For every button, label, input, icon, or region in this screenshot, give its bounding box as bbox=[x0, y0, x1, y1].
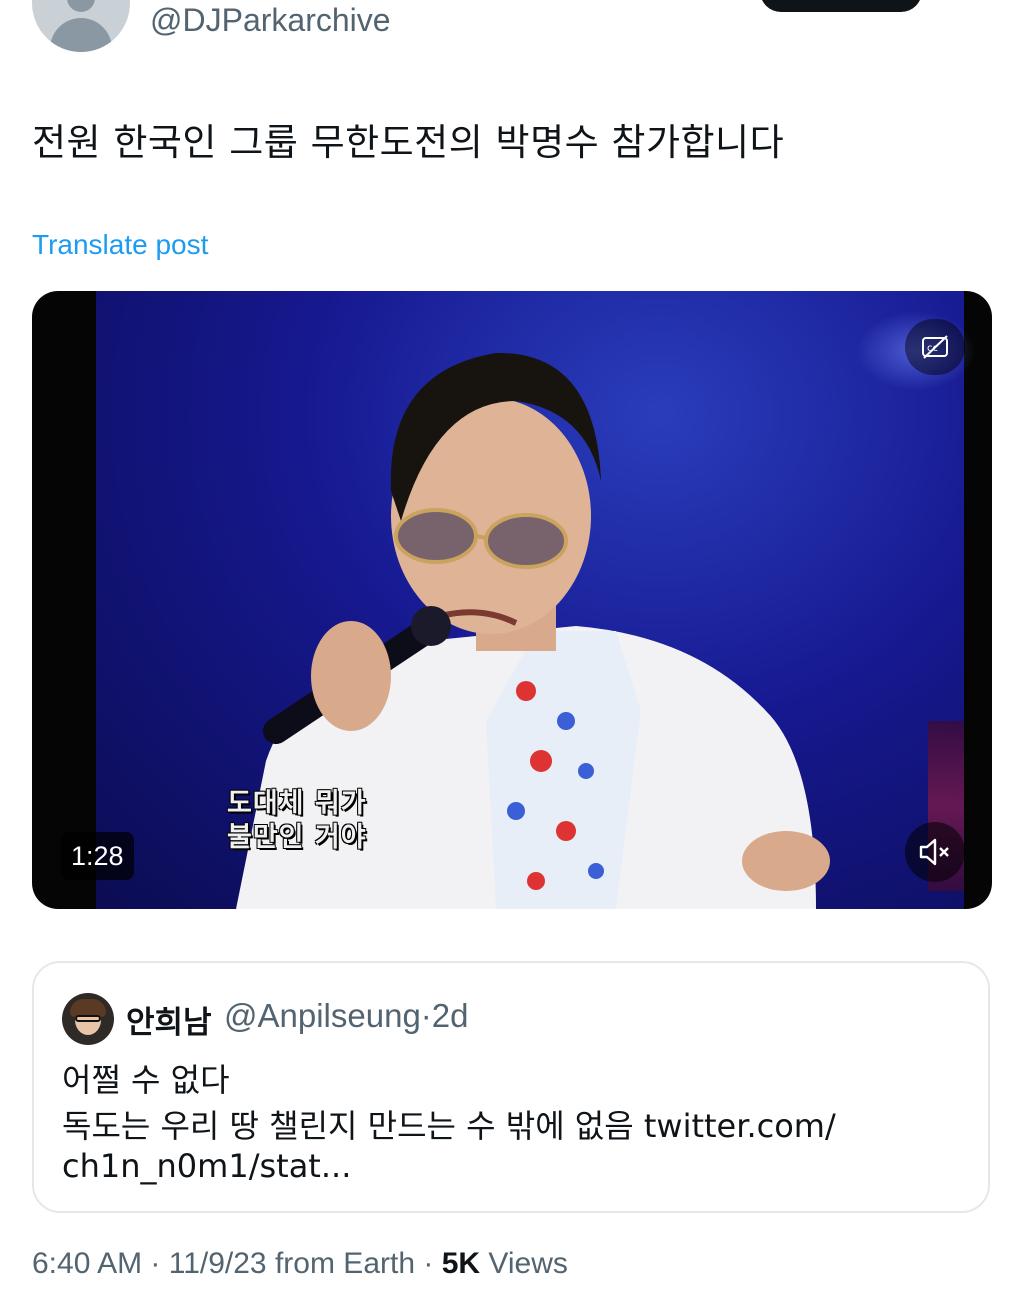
quoted-text-line-1: 어쩔 수 없다 bbox=[62, 1061, 230, 1099]
views-count: 5K bbox=[441, 1247, 481, 1280]
muted-speaker-icon bbox=[919, 838, 949, 866]
follow-button[interactable] bbox=[760, 0, 922, 12]
subtitle-line-1: 도대체 뭐가 bbox=[227, 788, 367, 819]
video-player[interactable]: 도대체 뭐가 불만인 거야 1:28 cc bbox=[32, 291, 992, 909]
quoted-age[interactable]: 2d bbox=[432, 997, 469, 1034]
post-metadata: 6:40 AM · 11/9/23 from Earth · 5K Views bbox=[32, 1247, 568, 1280]
post-date[interactable]: 11/9/23 bbox=[169, 1247, 267, 1280]
avatar-glasses bbox=[75, 1015, 101, 1022]
author-handle[interactable]: @DJParkarchive bbox=[150, 2, 391, 39]
mute-button[interactable] bbox=[905, 822, 965, 882]
quoted-handle[interactable]: @Anpilseung bbox=[224, 997, 421, 1034]
video-subtitle: 도대체 뭐가 불만인 거야 bbox=[227, 787, 367, 855]
views-label: Views bbox=[488, 1247, 568, 1280]
quoted-text-line-2: 독도는 우리 땅 챌린지 만드는 수 밖에 없음 twitter.com/ bbox=[62, 1107, 836, 1145]
quoted-meta: @Anpilseung·2d bbox=[224, 997, 469, 1035]
translate-post-link[interactable]: Translate post bbox=[32, 229, 208, 261]
captions-button[interactable]: cc bbox=[905, 319, 965, 375]
video-duration: 1:28 bbox=[61, 832, 134, 880]
quoted-author-avatar[interactable] bbox=[62, 993, 114, 1045]
subtitle-line-2: 불만인 거야 bbox=[227, 822, 367, 853]
post-source: from Earth bbox=[274, 1247, 416, 1280]
default-avatar-head bbox=[67, 0, 95, 12]
video-frame: 도대체 뭐가 불만인 거야 bbox=[96, 291, 976, 909]
quoted-post[interactable]: 안희남 @Anpilseung·2d 어쩔 수 없다 독도는 우리 땅 챌린지 … bbox=[32, 961, 990, 1213]
captions-off-icon: cc bbox=[922, 335, 948, 359]
post-time[interactable]: 6:40 AM bbox=[32, 1247, 142, 1280]
post-text: 전원 한국인 그룹 무한도전의 박명수 참가합니다 bbox=[32, 121, 785, 164]
default-avatar-shoulders bbox=[50, 18, 112, 52]
quoted-display-name[interactable]: 안희남 bbox=[126, 997, 212, 1042]
meta-separator: · bbox=[420, 997, 432, 1034]
quoted-text-line-3: ch1n_n0m1/stat... bbox=[62, 1147, 352, 1185]
author-avatar[interactable] bbox=[32, 0, 130, 52]
